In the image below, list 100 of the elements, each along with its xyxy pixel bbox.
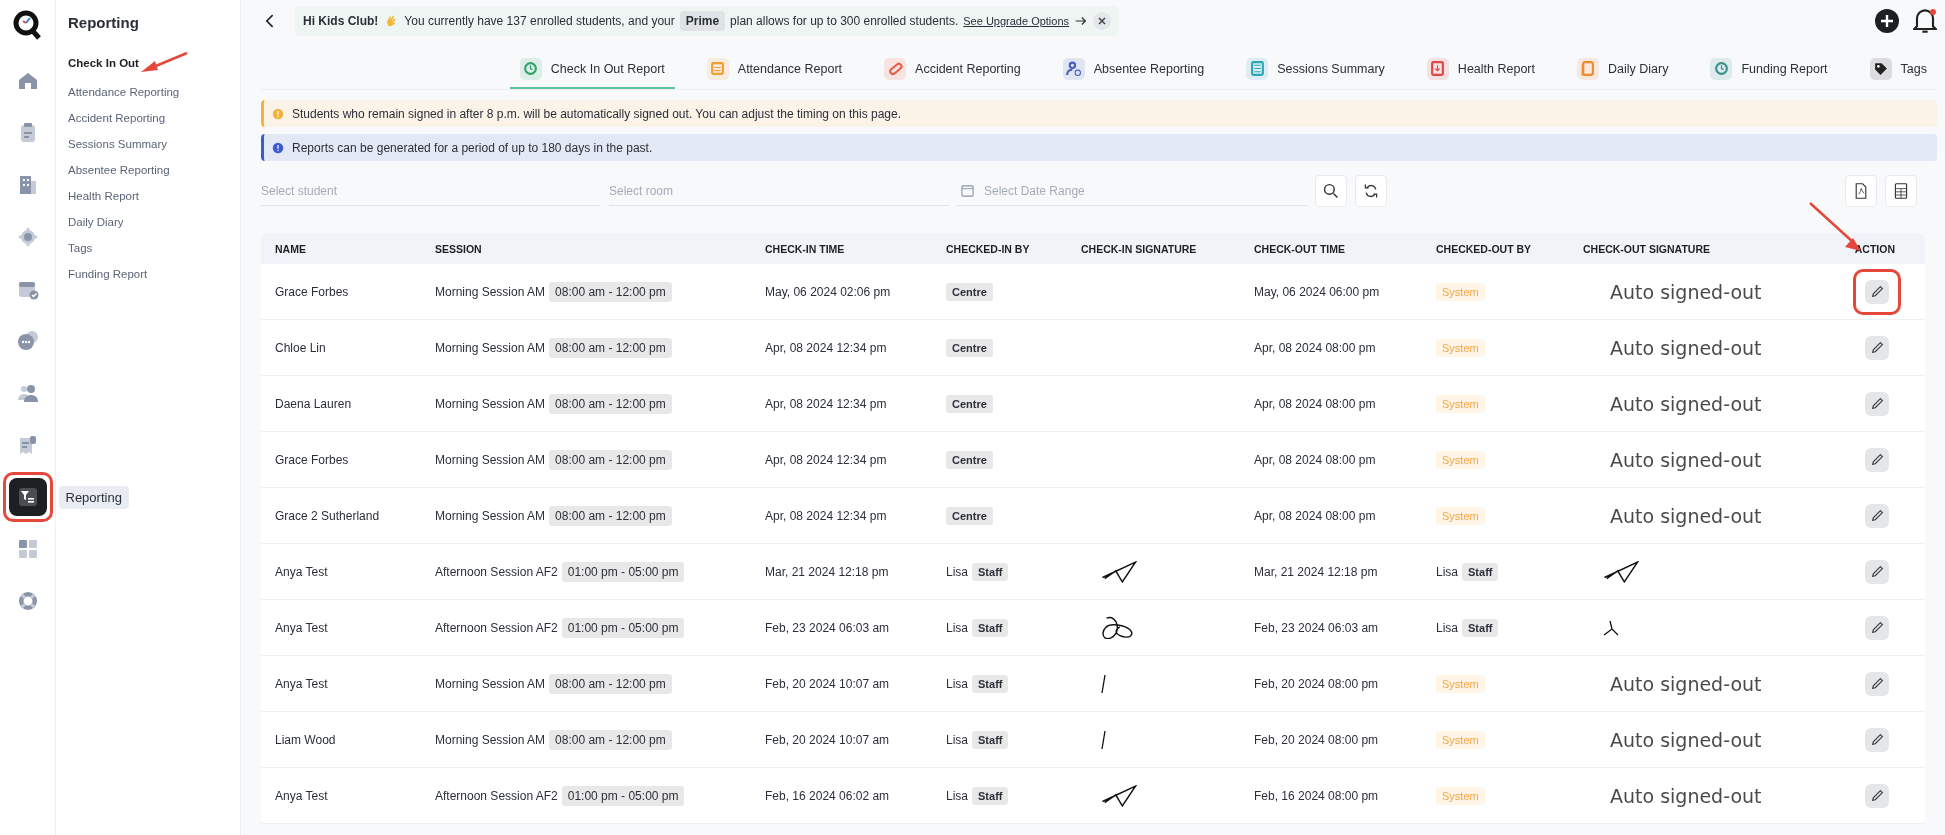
table-cell-text: Grace 2 Sutherland: [275, 508, 381, 523]
edit-button[interactable]: [1865, 503, 1889, 528]
table-cell-text: Apr, 08 2024 12:34 pm: [765, 340, 888, 355]
chat-icon: [15, 329, 40, 353]
add-button[interactable]: [1875, 9, 1899, 33]
plus-icon: [1875, 9, 1899, 33]
tab[interactable]: Attendance Report: [696, 50, 853, 89]
time-range-tag: 08:00 am - 12:00 pm: [549, 505, 672, 526]
table-cell-text: Feb, 16 2024 08:00 pm: [1254, 788, 1380, 803]
pencil-icon: [1871, 510, 1883, 521]
signature-text: Auto signed-out: [1609, 336, 1763, 359]
tab[interactable]: Tags: [1859, 50, 1937, 89]
table-cell-text: Mar, 21 2024 12:18 pm: [1254, 564, 1379, 579]
signature-drawing: [1101, 616, 1133, 639]
info-icon: [272, 107, 284, 120]
sidebar-item[interactable]: Absentee Reporting: [68, 160, 170, 179]
table-cell: Morning Session AM: [435, 452, 546, 467]
spreadsheet-icon: [1893, 183, 1909, 199]
close-button[interactable]: [1093, 12, 1112, 30]
edit-button[interactable]: [1865, 279, 1889, 304]
pencil-icon: [1871, 398, 1883, 409]
table-cell-text: Daena Lauren: [275, 396, 353, 411]
search-button[interactable]: [1315, 175, 1347, 207]
date-range-field[interactable]: Select Date Range: [984, 176, 1307, 205]
signature-text: Auto signed-out: [1609, 280, 1763, 303]
tab[interactable]: Accident Reporting: [874, 50, 1031, 89]
table-cell-text: May, 06 2024 06:00 pm: [1254, 284, 1381, 299]
staff-name: Lisa: [946, 676, 968, 691]
time-range-tag: 08:00 am - 12:00 pm: [549, 729, 672, 750]
tab[interactable]: Absentee Reporting: [1052, 50, 1215, 89]
refresh-button[interactable]: [1355, 175, 1387, 207]
student-field[interactable]: Select student: [261, 176, 601, 206]
column-header: CHECK-IN TIME: [765, 242, 845, 255]
tab[interactable]: Check In Out Report: [509, 50, 675, 89]
role-tag: Staff: [972, 730, 1009, 749]
room-field[interactable]: Select room: [609, 176, 949, 206]
edit-button[interactable]: [1865, 783, 1889, 808]
pencil-icon: [1871, 734, 1883, 745]
time-range-tag: 01:00 pm - 05:00 pm: [561, 785, 685, 806]
table-cell-text: Apr, 08 2024 08:00 pm: [1254, 508, 1377, 523]
time-range-tag: 08:00 am - 12:00 pm: [549, 337, 672, 358]
upgrade-link[interactable]: See Upgrade Options: [963, 15, 1070, 27]
bell-icon: [1913, 9, 1937, 33]
sidebar-item[interactable]: Daily Diary: [68, 212, 124, 231]
column-header: CHECKED-IN BY: [946, 242, 1030, 255]
sidebar-item[interactable]: Tags: [68, 238, 93, 257]
signature-drawing: [1101, 784, 1137, 807]
nav-button[interactable]: [8, 478, 47, 516]
role-tag: System: [1436, 394, 1485, 413]
role-tag: Staff: [972, 674, 1009, 693]
spreadsheet-export-button[interactable]: [1885, 175, 1917, 207]
role-tag: Staff: [972, 786, 1009, 805]
pencil-icon: [1871, 790, 1883, 801]
sidebar-item[interactable]: Check In Out: [68, 53, 139, 73]
edit-button[interactable]: [1865, 391, 1889, 416]
sidebar-item[interactable]: Funding Report: [68, 264, 148, 283]
close-icon: [1098, 17, 1107, 25]
notification-button[interactable]: [1913, 9, 1937, 33]
staff-name: Lisa: [946, 620, 968, 635]
edit-button[interactable]: [1865, 559, 1889, 584]
column-header: CHECKED-OUT BY: [1436, 242, 1532, 255]
edit-button[interactable]: [1865, 335, 1889, 360]
sidebar-item[interactable]: Accident Reporting: [68, 108, 166, 127]
time-range-tag: 01:00 pm - 05:00 pm: [561, 617, 685, 638]
greeting-text: Hi Kids Club!: [303, 14, 379, 28]
signature-text: Auto signed-out: [1609, 504, 1763, 527]
tab[interactable]: Sessions Summary: [1236, 50, 1395, 89]
role-tag: System: [1436, 338, 1485, 357]
table-cell: Morning Session AM: [435, 732, 546, 747]
edit-button[interactable]: [1865, 447, 1889, 472]
banner-text: plan allows for up to 300 enrolled students.: [730, 14, 959, 28]
staff-name: Lisa: [1436, 620, 1458, 635]
pencil-icon: [1871, 286, 1883, 297]
table-cell-text: Anya Test: [275, 788, 329, 803]
staff-name: Lisa: [946, 732, 968, 747]
table-cell: Afternoon Session AF2: [435, 564, 558, 579]
role-tag: Staff: [972, 562, 1009, 581]
signature-drawing: [1603, 560, 1639, 583]
signature-text: Auto signed-out: [1609, 784, 1763, 807]
table-cell-text: Liam Wood: [275, 732, 337, 747]
role-tag: Centre: [946, 338, 993, 357]
tab[interactable]: Daily Diary: [1567, 50, 1679, 89]
sidebar-item[interactable]: Health Report: [68, 186, 139, 205]
tab[interactable]: Funding Report: [1700, 50, 1838, 89]
sidebar-item[interactable]: Sessions Summary: [68, 134, 168, 153]
alert-text: Students who remain signed in after 8 p.m. will be automatically signed out. You can adjust the timing on this page.: [292, 106, 902, 121]
pdf-export-button[interactable]: [1845, 175, 1877, 207]
role-tag: System: [1436, 282, 1485, 301]
sidebar-item[interactable]: Attendance Reporting: [68, 82, 180, 101]
edit-button[interactable]: [1865, 727, 1889, 752]
arrow-right-icon: [1074, 14, 1089, 28]
tab[interactable]: Health Report: [1416, 50, 1545, 89]
column-header: SESSION: [435, 242, 482, 255]
calendar-icon: [961, 184, 974, 197]
table-cell-text: May, 06 2024 02:06 pm: [765, 284, 892, 299]
edit-button[interactable]: [1865, 615, 1889, 640]
role-tag: System: [1436, 506, 1485, 525]
table-cell-text: Mar, 21 2024 12:18 pm: [765, 564, 890, 579]
role-tag: System: [1436, 786, 1485, 805]
edit-button[interactable]: [1865, 671, 1889, 696]
